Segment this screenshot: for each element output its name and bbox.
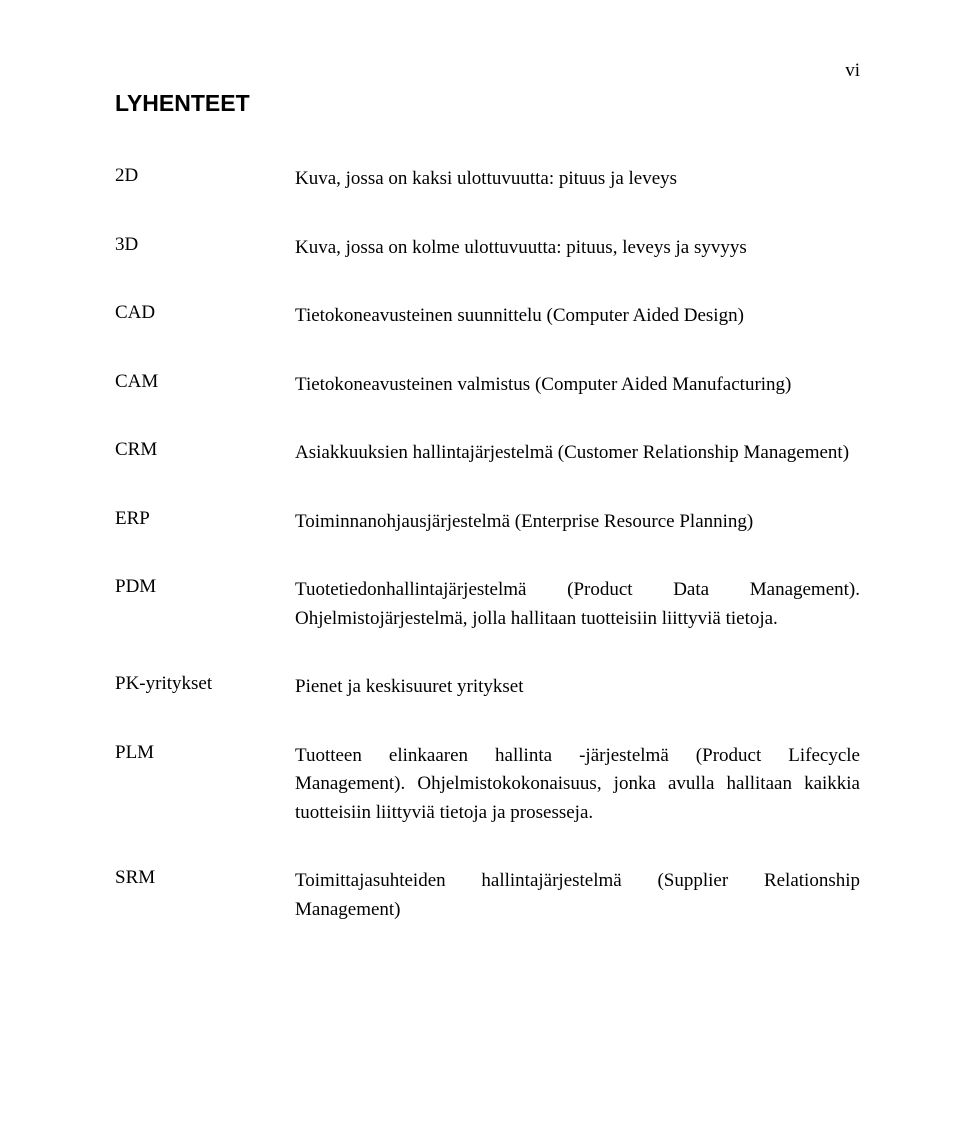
term: PLM	[115, 742, 295, 764]
term: 2D	[115, 165, 295, 187]
entry-row: CAM Tietokoneavusteinen valmistus (Compu…	[115, 371, 860, 400]
page: vi LYHENTEET 2D Kuva, jossa on kaksi ulo…	[0, 0, 960, 1129]
term: CAM	[115, 371, 295, 393]
entries-list: 2D Kuva, jossa on kaksi ulottuvuutta: pi…	[115, 165, 860, 924]
term: PDM	[115, 576, 295, 598]
definition: Toiminnanohjausjärjestelmä (Enterprise R…	[295, 508, 860, 537]
entry-row: SRM Toimittajasuhteiden hallintajärjeste…	[115, 867, 860, 924]
entry-row: ERP Toiminnanohjausjärjestelmä (Enterpri…	[115, 508, 860, 537]
term: SRM	[115, 867, 295, 889]
term: PK-yritykset	[115, 673, 295, 695]
definition: Tietokoneavusteinen valmistus (Computer …	[295, 371, 860, 400]
definition: Asiakkuuksien hallintajärjestelmä (Custo…	[295, 439, 860, 468]
entry-row: CRM Asiakkuuksien hallintajärjestelmä (C…	[115, 439, 860, 468]
term: CAD	[115, 302, 295, 324]
definition: Toimittajasuhteiden hallintajärjestelmä …	[295, 867, 860, 924]
entry-row: 3D Kuva, jossa on kolme ulottuvuutta: pi…	[115, 234, 860, 263]
term: CRM	[115, 439, 295, 461]
entry-row: PDM Tuotetiedonhallintajärjestelmä (Prod…	[115, 576, 860, 633]
definition: Kuva, jossa on kolme ulottuvuutta: pituu…	[295, 234, 860, 263]
section-heading: LYHENTEET	[115, 90, 860, 117]
entry-row: CAD Tietokoneavusteinen suunnittelu (Com…	[115, 302, 860, 331]
definition: Kuva, jossa on kaksi ulottuvuutta: pituu…	[295, 165, 860, 194]
definition: Tuotteen elinkaaren hallinta -järjestelm…	[295, 742, 860, 828]
definition: Tietokoneavusteinen suunnittelu (Compute…	[295, 302, 860, 331]
definition: Pienet ja keskisuuret yritykset	[295, 673, 860, 702]
entry-row: 2D Kuva, jossa on kaksi ulottuvuutta: pi…	[115, 165, 860, 194]
entry-row: PK-yritykset Pienet ja keskisuuret yrity…	[115, 673, 860, 702]
term: 3D	[115, 234, 295, 256]
definition: Tuotetiedonhallintajärjestelmä (Product …	[295, 576, 860, 633]
term: ERP	[115, 508, 295, 530]
entry-row: PLM Tuotteen elinkaaren hallinta -järjes…	[115, 742, 860, 828]
page-number: vi	[115, 60, 860, 82]
